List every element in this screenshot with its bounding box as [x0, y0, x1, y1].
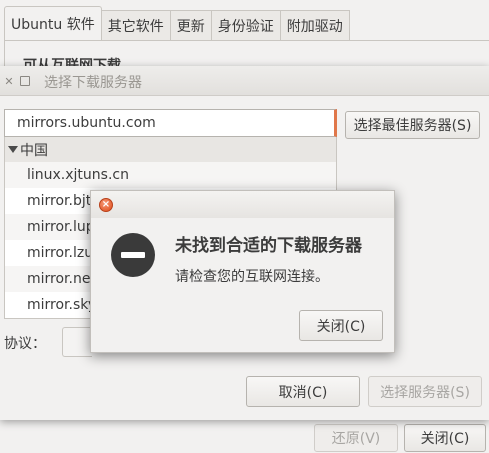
tab-label: Ubuntu 软件 [11, 16, 95, 33]
tab-label: 其它软件 [107, 18, 164, 35]
protocol-label: 协议： [4, 336, 46, 352]
error-message: 请检查您的互联网连接。 [175, 269, 329, 285]
desktop: Ubuntu 软件 其它软件 更新 身份验证 附加驱动 可从互联网下载 还原(V… [0, 0, 489, 453]
main-tab-bar: Ubuntu 软件 其它软件 更新 身份验证 附加驱动 [4, 6, 350, 40]
dialog-titlebar: ✕ 选择下载服务器 [0, 66, 489, 96]
country-label: 中国 [20, 142, 48, 159]
error-titlebar: × [91, 191, 394, 218]
tab-label: 附加驱动 [286, 18, 343, 35]
selected-server-field[interactable]: mirrors.ubuntu.com [4, 109, 337, 137]
error-close-button[interactable]: 关闭(C) [299, 310, 383, 341]
protocol-select[interactable] [62, 327, 92, 357]
dialog-title: 选择下载服务器 [44, 75, 142, 91]
tab-ubuntu-software[interactable]: Ubuntu 软件 [4, 6, 102, 40]
error-dialog: × 未找到合适的下载服务器 请检查您的互联网连接。 关闭(C) [90, 190, 395, 353]
revert-button[interactable]: 还原(V) [314, 424, 398, 452]
list-item[interactable]: linux.xjtuns.cn [5, 162, 336, 188]
tab-label: 身份验证 [217, 18, 274, 35]
close-icon[interactable]: ✕ [3, 76, 15, 88]
tab-authentication[interactable]: 身份验证 [210, 10, 281, 40]
country-group-row[interactable]: 中国 [5, 137, 336, 162]
cancel-button[interactable]: 取消(C) [246, 376, 360, 407]
no-entry-icon [111, 233, 155, 277]
close-icon[interactable]: × [99, 198, 113, 212]
maximize-icon[interactable] [20, 76, 30, 86]
triangle-down-icon[interactable] [8, 146, 18, 153]
tab-other-software[interactable]: 其它软件 [100, 10, 171, 40]
choose-server-button[interactable]: 选择服务器(S) [368, 376, 482, 407]
error-title: 未找到合适的下载服务器 [175, 236, 362, 256]
main-close-button[interactable]: 关闭(C) [404, 424, 486, 452]
tab-label: 更新 [176, 18, 205, 35]
tab-additional-drivers[interactable]: 附加驱动 [279, 10, 350, 40]
select-best-server-button[interactable]: 选择最佳服务器(S) [345, 111, 480, 139]
tab-updates[interactable]: 更新 [169, 10, 212, 40]
